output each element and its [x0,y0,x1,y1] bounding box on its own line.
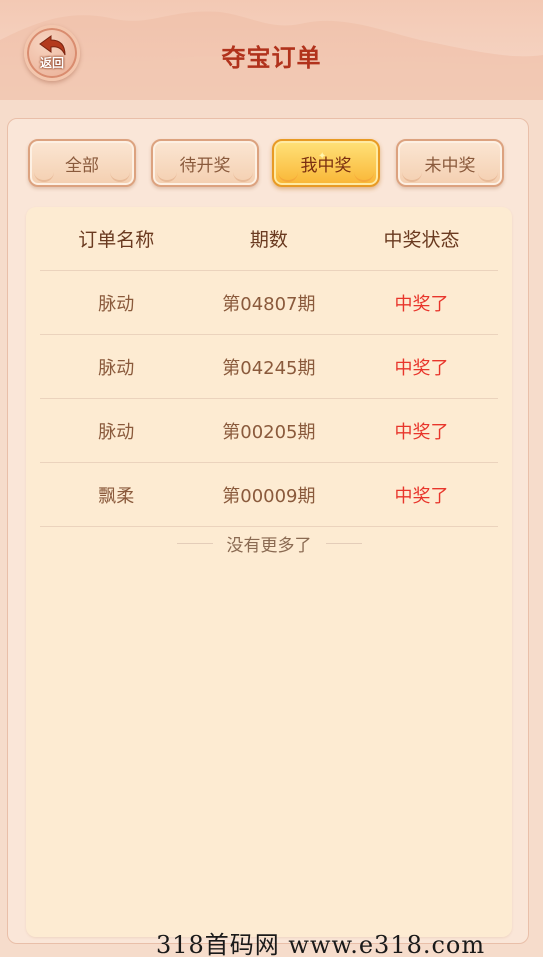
cloud-ornament [402,172,422,182]
order-name: 脉动 [98,421,135,443]
divider-line [176,542,213,544]
tab-not-won[interactable]: 未中奖 [396,139,504,187]
no-more-indicator: 没有更多了 [26,530,512,556]
order-table: 订单名称 期数 中奖状态 脉动 第04807期 中奖了 脉动 第04245期 中… [26,207,512,937]
order-period: 第00205期 [222,421,316,443]
order-status: 中奖了 [394,421,449,443]
order-period: 第00009期 [222,485,316,507]
tab-pending[interactable]: 待开奖 [151,139,259,187]
tab-label: 待开奖 [179,155,231,176]
watermark: 318首码网 www.e318.com [156,931,486,957]
cloud-ornament [157,172,177,182]
tab-label: 全部 [65,155,99,176]
tab-all[interactable]: 全部 [28,139,136,187]
table-row[interactable]: 脉动 第04807期 中奖了 [40,271,498,335]
tab-bar: 全部 待开奖 ✦ 我中奖 未中奖 [28,139,506,189]
header-status: 中奖状态 [383,229,460,251]
divider-line [325,542,362,544]
order-name: 脉动 [98,357,135,379]
cloud-ornament [478,172,498,182]
tab-label: 我中奖 [300,155,352,176]
content-panel: 全部 待开奖 ✦ 我中奖 未中奖 订单名称 期数 中奖状态 脉动 第04807期… [7,118,529,944]
no-more-text: 没有更多了 [226,535,312,556]
header-period: 期数 [249,229,288,251]
header: 返回 夺宝订单 [0,0,543,100]
header-order-name: 订单名称 [78,229,155,251]
table-header: 订单名称 期数 中奖状态 [40,207,498,271]
order-name: 脉动 [98,293,135,315]
cloud-ornament [354,172,374,182]
order-status: 中奖了 [394,293,449,315]
tab-label: 未中奖 [424,155,476,176]
page-title: 夺宝订单 [221,44,322,72]
cloud-ornament [278,172,298,182]
cloud-ornament [110,172,130,182]
order-period: 第04245期 [222,357,316,379]
table-row[interactable]: 飘柔 第00009期 中奖了 [40,463,498,527]
order-status: 中奖了 [394,357,449,379]
table-row[interactable]: 脉动 第04245期 中奖了 [40,335,498,399]
order-period: 第04807期 [222,293,316,315]
tab-won[interactable]: ✦ 我中奖 [272,139,380,187]
order-name: 飘柔 [98,485,135,507]
cloud-ornament [34,172,54,182]
cloud-ornament [233,172,253,182]
order-status: 中奖了 [394,485,449,507]
table-row[interactable]: 脉动 第00205期 中奖了 [40,399,498,463]
